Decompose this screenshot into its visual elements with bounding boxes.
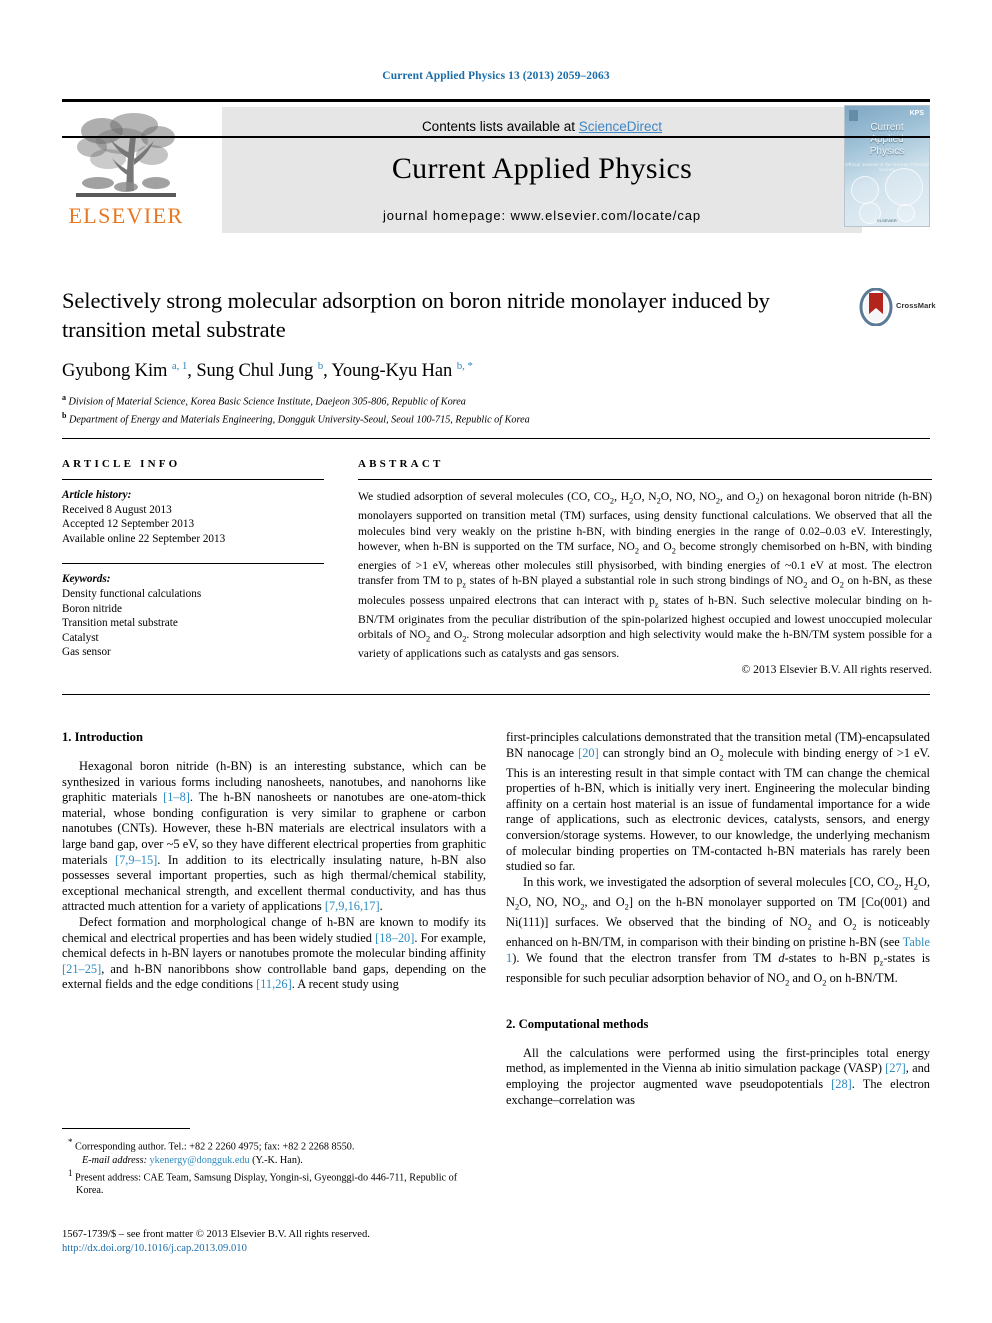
intro-paragraph-3: first-principles calculations demonstrat… (506, 730, 931, 874)
received-date: Received 8 August 2013 (62, 503, 172, 516)
info-top-rule (62, 438, 930, 439)
author-list: Gyubong Kim a, 1, Sung Chul Jung b, Youn… (62, 360, 473, 382)
keyword-item: Gas sensor (62, 646, 111, 659)
intro-paragraph-2: Defect formation and morphological chang… (62, 914, 486, 992)
keywords-list: Keywords: Density functional calculation… (62, 572, 324, 660)
article-info-column: ARTICLE INFO Article history: Received 8… (62, 458, 324, 660)
cover-title: Current Applied Physics (845, 122, 929, 158)
methods-paragraph-1: All the calculations were performed usin… (506, 1045, 930, 1107)
journal-title: Current Applied Physics (391, 152, 693, 185)
keyword-item: Density functional calculations (62, 587, 202, 600)
intro-paragraph-1: Hexagonal boron nitride (h-BN) is an int… (62, 759, 486, 914)
footnote-block: * Corresponding author. Tel.: +82 2 2260… (62, 1128, 486, 1198)
masthead-center-panel: Contents lists available at ScienceDirec… (222, 107, 862, 233)
footnote-email[interactable]: E-mail address: ykenergy@dongguk.edu (Y.… (62, 1154, 486, 1167)
elsevier-tree-icon (76, 113, 176, 197)
abstract-column: ABSTRACT We studied adsorption of severa… (358, 458, 932, 676)
affiliation-a: a Division of Material Science, Korea Ba… (62, 393, 466, 408)
affiliation-list: a Division of Material Science, Korea Ba… (62, 391, 852, 427)
journal-masthead: ELSEVIER Contents lists available at Sci… (62, 99, 930, 233)
section-heading-computational-methods: 2. Computational methods (506, 1016, 649, 1031)
doi-link[interactable]: http://dx.doi.org/10.1016/j.cap.2013.09.… (62, 1242, 492, 1256)
article-info-heading: ARTICLE INFO (62, 458, 181, 470)
article-info-divider (62, 479, 324, 480)
abstract-copyright: © 2013 Elsevier B.V. All rights reserved… (741, 662, 932, 676)
affiliation-b: b Department of Energy and Materials Eng… (62, 411, 530, 426)
issn-line: 1567-1739/$ – see front matter © 2013 El… (62, 1229, 370, 1240)
elsevier-logo: ELSEVIER (62, 107, 190, 233)
crossmark-icon (859, 287, 893, 327)
crossmark-label: CrossMark (896, 301, 936, 310)
abstract-heading: ABSTRACT (358, 458, 444, 470)
article-history: Article history: Received 8 August 2013 … (62, 488, 324, 546)
paper-page: Current Applied Physics 13 (2013) 2059–2… (0, 0, 992, 1323)
masthead-top-rule (62, 99, 930, 102)
body-column-left: 1. Introduction Hexagonal boron nitride … (62, 730, 486, 993)
page-title: Selectively strong molecular adsorption … (62, 288, 770, 342)
cover-footer: ELSEVIER (877, 218, 897, 223)
keyword-item: Boron nitride (62, 602, 122, 615)
cover-title-line1: Current (870, 122, 904, 133)
cover-bubble-icon (851, 176, 879, 204)
accepted-date: Accepted 12 September 2013 (62, 518, 195, 531)
abstract-text: We studied adsorption of several molecul… (358, 490, 933, 661)
cover-elsevier-icon (849, 110, 858, 121)
sciencedirect-link[interactable]: ScienceDirect (579, 119, 662, 134)
footnote-present-address: 1 Present address: CAE Team, Samsung Dis… (68, 1167, 458, 1197)
keyword-item: Catalyst (62, 631, 99, 644)
masthead-bottom-rule (62, 136, 930, 138)
elsevier-wordmark: ELSEVIER (68, 203, 184, 228)
title-block: Selectively strong molecular adsorption … (62, 286, 852, 427)
body-column-right: first-principles calculations demonstrat… (506, 730, 930, 1108)
intro-paragraph-4: In this work, we investigated the adsorp… (506, 874, 930, 988)
issn-copyright-block: 1567-1739/$ – see front matter © 2013 El… (62, 1228, 492, 1256)
cover-kps-badge: KPS (909, 110, 924, 117)
footnote-corresponding-author: * Corresponding author. Tel.: +82 2 2260… (68, 1137, 355, 1153)
keywords-block: Keywords: Density functional calculation… (62, 563, 324, 660)
keywords-divider (62, 563, 324, 565)
journal-cover-thumbnail: KPS Current Applied Physics Official Jou… (844, 105, 930, 227)
article-history-label: Article history: (62, 489, 132, 501)
running-head: Current Applied Physics 13 (2013) 2059–2… (382, 70, 610, 82)
journal-homepage-line[interactable]: journal homepage: www.elsevier.com/locat… (222, 208, 862, 223)
crossmark-badge[interactable]: CrossMark (858, 287, 936, 328)
abstract-divider (358, 479, 932, 480)
cover-bubble-icon (885, 168, 923, 206)
footnote-rule (62, 1128, 190, 1129)
keywords-label: Keywords: (62, 573, 111, 586)
section-heading-introduction: 1. Introduction (62, 730, 143, 744)
abstract-bottom-rule (62, 694, 930, 695)
cover-subtitle: Official Journal of the Korean Physical … (845, 162, 929, 172)
contents-prefix: Contents lists available at (421, 119, 579, 134)
available-online-date: Available online 22 September 2013 (62, 532, 226, 545)
keyword-item: Transition metal substrate (62, 617, 178, 630)
contents-available-line: Contents lists available at ScienceDirec… (222, 107, 862, 134)
cover-title-line3: Physics (869, 146, 905, 157)
